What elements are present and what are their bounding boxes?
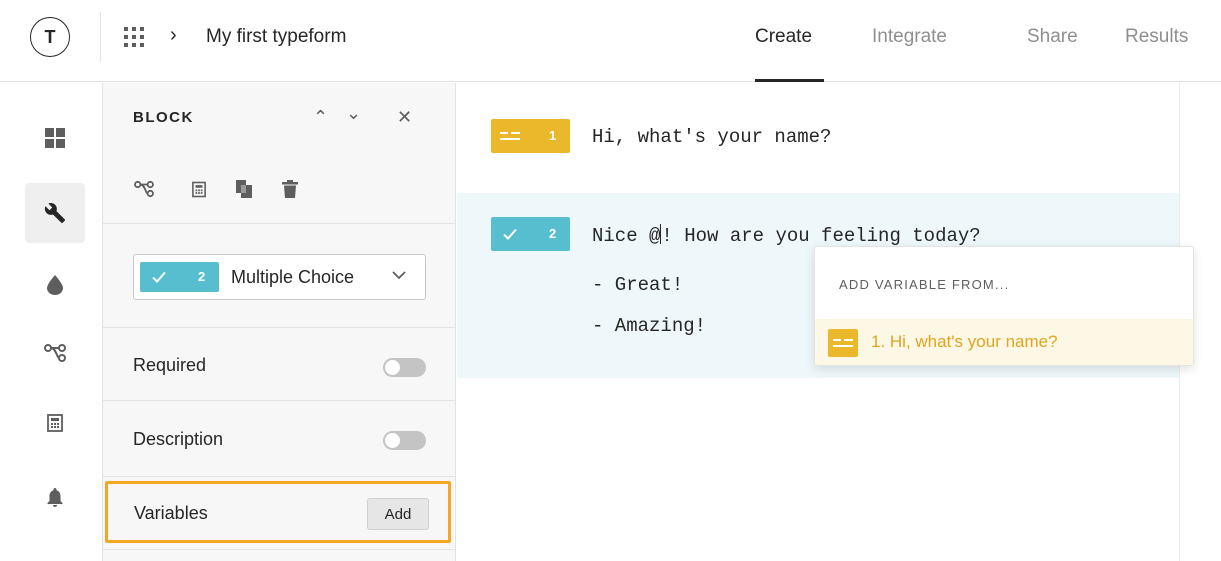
rail-item-logic[interactable] [25,323,85,383]
calculator-tool[interactable] [188,178,210,200]
short-text-badge [828,329,858,357]
add-variable-button[interactable]: Add [367,498,429,530]
chevron-up-icon[interactable]: ⌃ [313,107,328,128]
logic-jump-icon [134,180,154,198]
question-number: 1 [549,128,557,143]
wrench-icon [44,203,66,224]
description-label: Description [133,429,224,449]
rail-item-notifications[interactable] [25,468,85,528]
close-icon[interactable]: ✕ [397,107,412,128]
rail-item-design[interactable] [25,255,85,315]
drop-icon [47,275,63,295]
typeform-logo[interactable]: T [30,17,70,57]
question-type-badge: 2 [140,262,219,292]
question-type-number: 2 [198,269,206,284]
chevron-down-icon [392,271,406,280]
breadcrumb-chevron-icon: › [170,24,177,46]
tab-integrate[interactable]: Integrate [872,26,947,48]
logic-jump-icon [44,344,66,362]
delete-tool[interactable] [279,178,301,200]
checkmark-icon [152,271,166,283]
variables-row-highlight: Variables Add [105,481,451,543]
question-type-label: Multiple Choice [231,267,355,287]
calculator-icon [47,414,63,432]
question-type-select[interactable]: 2 Multiple Choice [133,254,426,300]
question-2-text-after: ! How are you feeling today? [661,225,981,247]
divider [103,223,455,224]
duplicate-icon [236,180,252,198]
variable-option-label: 1. Hi, what's your name? [871,332,1058,351]
rail-item-settings[interactable] [25,183,85,243]
short-text-icon [833,339,853,347]
required-toggle[interactable] [383,358,426,377]
checkmark-icon [503,228,517,240]
active-tab-underline [755,79,824,82]
left-icon-rail [0,83,102,561]
variables-label: Variables [134,503,208,523]
logic-jump-tool[interactable] [133,178,155,200]
description-toggle[interactable] [383,431,426,450]
question-2-text[interactable]: Nice @! How are you feeling today? [592,224,981,247]
dropdown-heading: ADD VARIABLE FROM... [839,277,1010,292]
question-2-text-before: Nice @ [592,225,661,247]
trash-icon [282,180,298,198]
header-divider [100,12,101,62]
bell-icon [47,488,63,507]
add-variable-dropdown: ADD VARIABLE FROM... 1. Hi, what's your … [814,246,1194,366]
tab-results[interactable]: Results [1125,26,1188,48]
question-2-badge[interactable]: 2 [491,217,570,251]
apps-grid-icon[interactable] [124,27,144,47]
question-1-text[interactable]: Hi, what's your name? [592,126,831,148]
chevron-down-icon[interactable]: ⌄ [346,103,361,124]
calculator-icon [192,181,206,197]
duplicate-tool[interactable] [233,178,255,200]
divider [103,549,455,550]
block-settings-panel: BLOCK ⌃ ⌄ ✕ 2 Multiple Choice Required D… [102,83,456,561]
choice-item[interactable]: - Amazing! [592,315,706,337]
tab-share[interactable]: Share [1027,26,1078,48]
divider [103,476,455,477]
choice-item[interactable]: - Great! [592,274,683,296]
tab-create[interactable]: Create [755,26,812,48]
required-label: Required [133,355,207,375]
form-title[interactable]: My first typeform [206,26,346,48]
question-number: 2 [549,226,557,241]
variable-option[interactable]: 1. Hi, what's your name? [815,319,1193,365]
divider [103,327,455,328]
question-1-badge[interactable]: 1 [491,119,570,153]
divider [103,400,455,401]
rail-item-calculator[interactable] [25,393,85,453]
top-header: T › My first typeform Create Integrate S… [0,0,1221,82]
rail-item-layout[interactable] [25,108,85,168]
layout-grid-icon [45,128,65,148]
short-text-icon [500,132,520,140]
panel-title: BLOCK [133,109,194,126]
